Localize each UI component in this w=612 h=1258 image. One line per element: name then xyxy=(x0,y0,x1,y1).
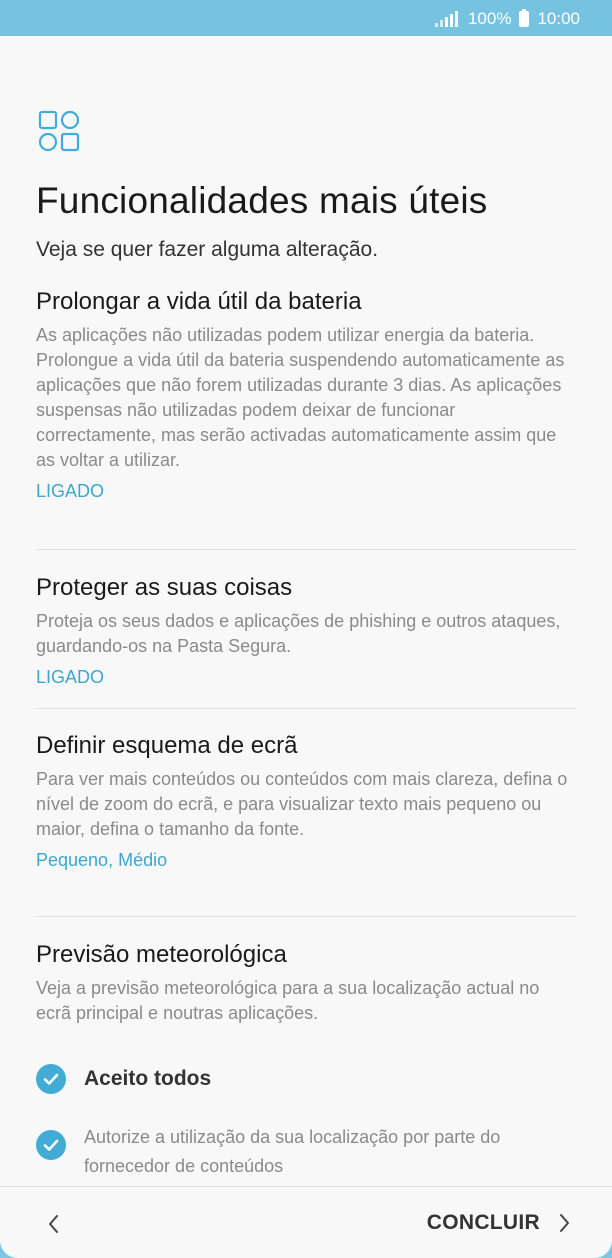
battery-percent: 100% xyxy=(467,9,512,28)
battery-icon xyxy=(519,9,530,27)
feature-battery-description: As aplicações não utilizadas podem utili… xyxy=(36,325,565,470)
back-button[interactable] xyxy=(36,1207,70,1241)
feature-screen-layout-description: Para ver mais conteúdos ou conteúdos com… xyxy=(36,769,568,839)
location-consent-checkbox[interactable] xyxy=(36,1130,66,1160)
checkmark-icon xyxy=(43,1073,59,1085)
feature-screen-layout-status: Pequeno, Médio xyxy=(36,850,168,870)
finish-button-label: CONCLUIR xyxy=(426,1211,540,1234)
accept-all-label: Aceito todos xyxy=(84,1067,212,1090)
feature-battery[interactable]: Prolongar a vida útil da bateria As apli… xyxy=(36,286,576,503)
finish-button[interactable]: CONCLUIR xyxy=(427,1205,572,1241)
feature-battery-status: LIGADO xyxy=(36,481,105,501)
status-indicators: 100% 10:00 xyxy=(434,8,580,30)
feature-screen-layout-title: Definir esquema de ecrã xyxy=(36,732,298,759)
feature-weather-title: Previsão meteorológica xyxy=(36,941,287,968)
clock: 10:00 xyxy=(537,9,580,28)
page-title: Funcionalidades mais úteis xyxy=(36,180,488,221)
feature-weather-description: Veja a previsão meteorológica para a sua… xyxy=(36,978,540,1023)
status-bar: 100% 10:00 xyxy=(0,0,612,36)
page-subtitle: Veja se quer fazer alguma alteração. xyxy=(36,238,379,261)
feature-screen-layout[interactable]: Definir esquema de ecrã Para ver mais co… xyxy=(36,730,576,872)
chevron-left-icon xyxy=(49,1215,58,1233)
accept-all-checkbox-row[interactable]: Aceito todos xyxy=(36,1064,211,1094)
setup-screen: Funcionalidades mais úteis Veja se quer … xyxy=(0,36,612,1258)
feature-weather: Previsão meteorológica Veja a previsão m… xyxy=(36,939,576,1026)
feature-protect-description: Proteja os seus dados e aplicações de ph… xyxy=(36,611,561,656)
checkmark-icon xyxy=(43,1139,59,1151)
location-consent-checkbox-row[interactable]: Autorize a utilização da sua localização… xyxy=(36,1123,524,1181)
feature-protect[interactable]: Proteger as suas coisas Proteja os seus … xyxy=(36,572,576,689)
feature-protect-status: LIGADO xyxy=(36,667,105,687)
chevron-right-icon xyxy=(560,1214,569,1232)
signal-icon xyxy=(434,11,458,27)
feature-battery-title: Prolongar a vida útil da bateria xyxy=(36,288,362,315)
divider xyxy=(36,708,576,709)
location-consent-label: Autorize a utilização da sua localização… xyxy=(84,1127,501,1176)
apps-grid-icon xyxy=(38,110,80,152)
accept-all-checkbox[interactable] xyxy=(36,1064,66,1094)
feature-protect-title: Proteger as suas coisas xyxy=(36,574,293,601)
bottom-navigation: CONCLUIR xyxy=(0,1186,612,1258)
divider xyxy=(36,916,576,917)
divider xyxy=(36,549,576,550)
